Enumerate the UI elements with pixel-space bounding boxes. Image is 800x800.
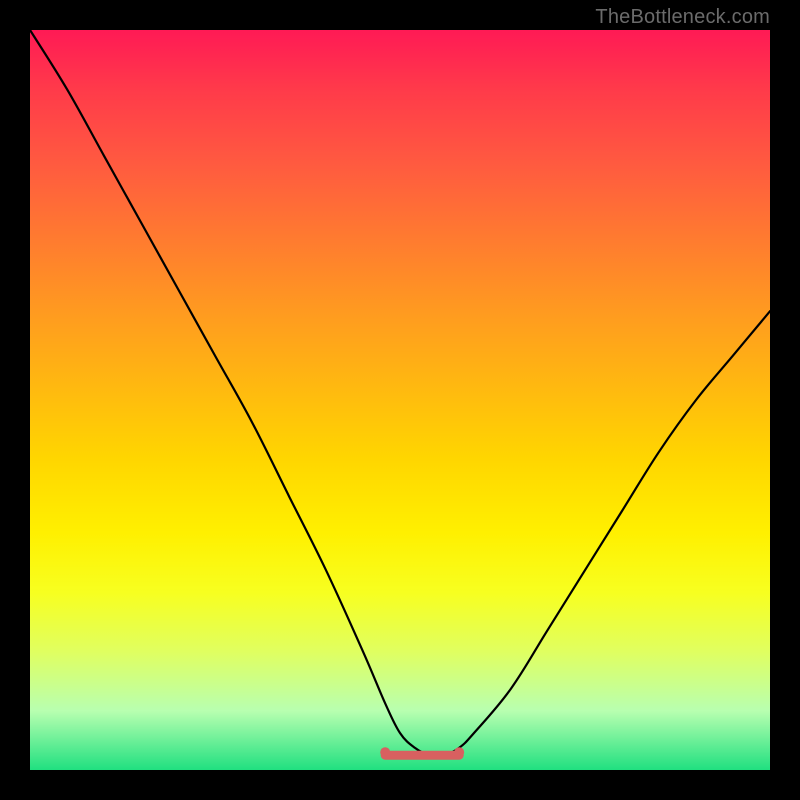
curve-layer bbox=[30, 30, 770, 770]
bottleneck-curve bbox=[30, 30, 770, 756]
flat-trough-endpoint-right bbox=[454, 747, 464, 757]
plot-area bbox=[30, 30, 770, 770]
attribution-text: TheBottleneck.com bbox=[595, 6, 770, 29]
flat-trough-endpoint-left bbox=[380, 747, 390, 757]
chart-stage: TheBottleneck.com bbox=[0, 0, 800, 800]
